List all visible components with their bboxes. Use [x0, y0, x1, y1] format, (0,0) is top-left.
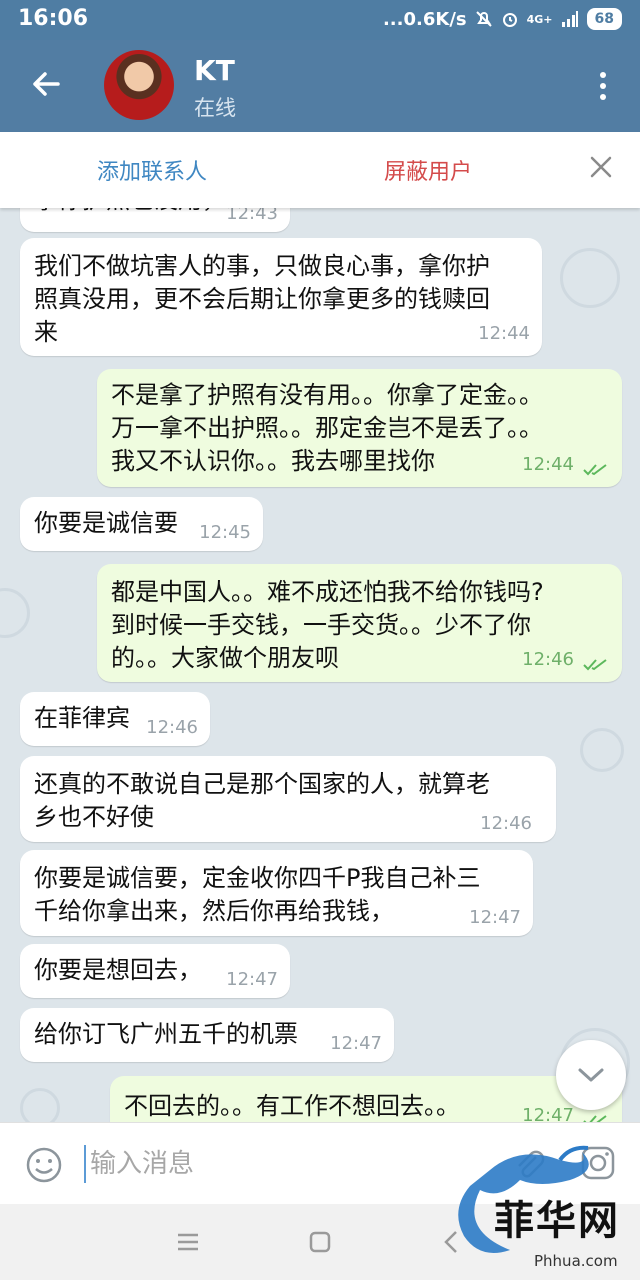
message-text: 你要是诚信要: [34, 509, 178, 537]
message-text: 给你订飞广州五千的机票: [34, 1020, 298, 1048]
message-bubble-incoming[interactable]: 拿你护照也没用， 12:43: [20, 208, 290, 232]
dot: [600, 94, 606, 100]
message-text: 拿你护照也没用，: [34, 208, 226, 217]
status-icons: ...0.6K/s 4G+ 68: [383, 8, 622, 30]
watermark-text: 菲华网: [494, 1197, 620, 1244]
background-doodle: [20, 1088, 60, 1122]
read-receipt-icon: [583, 464, 607, 476]
scroll-down-button[interactable]: [556, 1040, 626, 1110]
message-text: 我们不做坑害人的事，只做良心事，拿你护 照真没用，更不会后期让你拿更多的钱赎回 …: [34, 252, 490, 346]
chevron-down-icon: [578, 1068, 604, 1082]
message-time: 12:45: [199, 522, 251, 543]
background-doodle: [0, 588, 30, 638]
contact-action-bar: 添加联系人 屏蔽用户: [0, 132, 640, 208]
message-text: 不是拿了护照有没有用。。你拿了定金。。 万一拿不出护照。。那定金岂不是丢了。。 …: [111, 381, 543, 475]
back-button[interactable]: [22, 60, 70, 108]
message-bubble-incoming[interactable]: 你要是诚信要 12:45: [20, 497, 263, 551]
message-text: 不回去的。。有工作不想回去。。: [124, 1092, 460, 1120]
mute-bell-icon: [475, 11, 492, 27]
message-time: 12:46: [522, 649, 574, 670]
message-time: 12:47: [522, 1105, 574, 1122]
message-text: 都是中国人。。难不成还怕我不给你钱吗? 到时候一手交钱，一手交货。。少不了你 的…: [111, 578, 544, 672]
message-time: 12:47: [330, 1033, 382, 1054]
chat-header: KT 在线: [0, 40, 640, 132]
message-time: 12:44: [522, 454, 574, 475]
signal-icon: [561, 11, 578, 27]
message-bubble-incoming[interactable]: 在菲律宾 12:46: [20, 692, 210, 746]
dot: [600, 83, 606, 89]
message-time: 12:44: [478, 323, 530, 344]
signal-label: 4G+: [526, 12, 553, 26]
alarm-icon: [502, 13, 517, 27]
block-user-button[interactable]: 屏蔽用户: [384, 154, 472, 186]
message-text: 你要是诚信要，定金收你四千P我自己补三 千给你拿出来，然后你再给我钱，: [34, 864, 481, 925]
background-doodle: [580, 728, 624, 772]
message-bubble-outgoing[interactable]: 不回去的。。有工作不想回去。。 12:47: [110, 1076, 622, 1122]
message-bubble-incoming[interactable]: 你要是诚信要，定金收你四千P我自己补三 千给你拿出来，然后你再给我钱， 12:4…: [20, 850, 533, 936]
menu-nav-icon[interactable]: [172, 1226, 204, 1258]
message-bubble-incoming[interactable]: 你要是想回去， 12:47: [20, 944, 290, 998]
more-options-button[interactable]: [588, 66, 618, 106]
status-time: 16:06: [18, 6, 89, 31]
watermark-url: Phhua.com: [534, 1252, 618, 1270]
status-bar: 16:06 ...0.6K/s 4G+ 68: [0, 0, 640, 40]
contact-status: 在线: [194, 96, 236, 120]
message-bubble-outgoing[interactable]: 不是拿了护照有没有用。。你拿了定金。。 万一拿不出护照。。那定金岂不是丢了。。 …: [97, 369, 622, 487]
contact-name[interactable]: KT: [194, 54, 235, 87]
message-time: 12:43: [226, 208, 278, 224]
close-icon[interactable]: [584, 150, 618, 184]
emoji-icon[interactable]: [24, 1145, 64, 1185]
message-input[interactable]: [90, 1143, 490, 1185]
site-watermark-logo: 菲华网 Phhua.com: [450, 1140, 640, 1280]
battery-indicator: 68: [586, 8, 622, 30]
message-time: 12:46: [146, 717, 198, 738]
background-doodle: [560, 248, 620, 308]
message-time: 12:47: [226, 969, 278, 990]
message-bubble-incoming[interactable]: 我们不做坑害人的事，只做良心事，拿你护 照真没用，更不会后期让你拿更多的钱赎回 …: [20, 238, 542, 356]
read-receipt-icon: [583, 659, 607, 671]
add-contact-button[interactable]: 添加联系人: [97, 154, 207, 186]
message-list[interactable]: 拿你护照也没用， 12:43 我们不做坑害人的事，只做良心事，拿你护 照真没用，…: [0, 208, 640, 1122]
text-caret: [84, 1145, 86, 1183]
home-nav-icon[interactable]: [304, 1226, 336, 1258]
read-receipt-icon: [583, 1115, 607, 1122]
message-bubble-outgoing[interactable]: 都是中国人。。难不成还怕我不给你钱吗? 到时候一手交钱，一手交货。。少不了你 的…: [97, 564, 622, 682]
message-text: 还真的不敢说自己是那个国家的人，就算老 乡也不好使: [34, 770, 490, 831]
contact-avatar[interactable]: [104, 50, 174, 120]
arrow-left-icon: [33, 72, 60, 96]
dot: [600, 72, 606, 78]
message-time: 12:46: [480, 813, 532, 834]
message-text: 在菲律宾: [34, 704, 130, 732]
network-speed: ...0.6K/s: [382, 8, 467, 30]
message-text: 你要是想回去，: [34, 956, 202, 984]
message-bubble-incoming[interactable]: 还真的不敢说自己是那个国家的人，就算老 乡也不好使 12:46: [20, 756, 556, 842]
message-bubble-incoming[interactable]: 给你订飞广州五千的机票 12:47: [20, 1008, 394, 1062]
message-time: 12:47: [469, 907, 521, 928]
